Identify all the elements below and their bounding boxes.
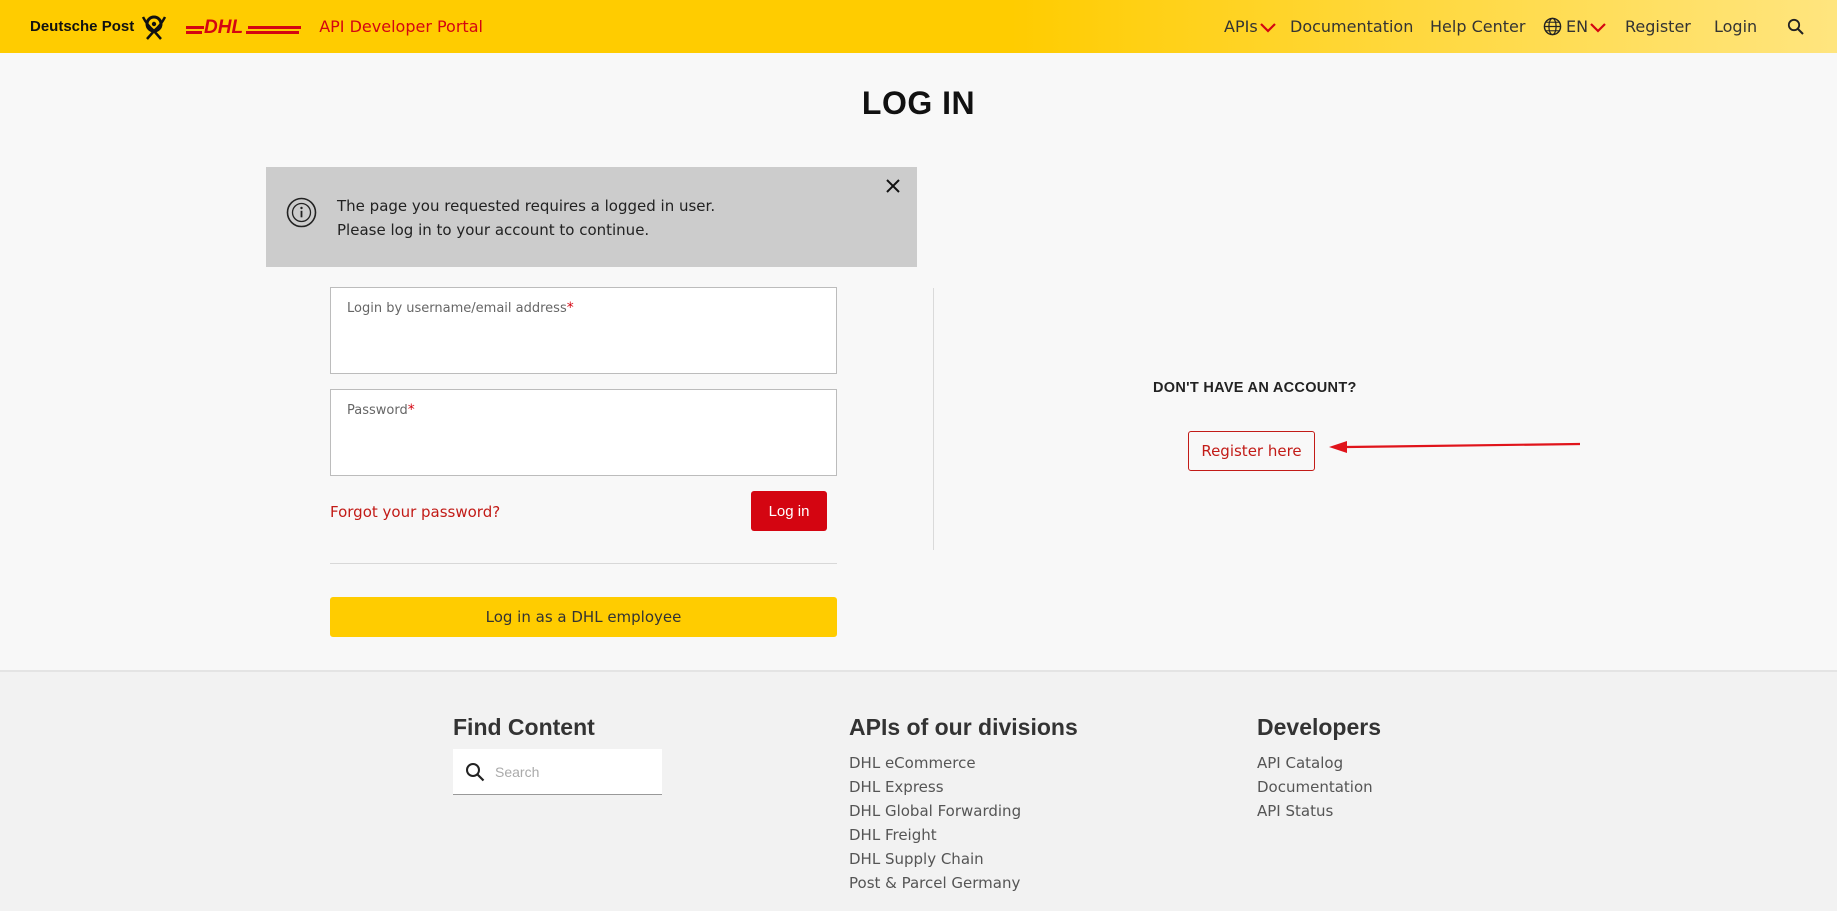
password-field[interactable]: Password* [330,389,837,476]
deutsche-post-label: Deutsche Post [30,18,135,35]
division-link[interactable]: DHL Global Forwarding [849,799,1021,823]
page-title: LOG IN [861,85,976,121]
globe-icon [1543,17,1562,36]
nav-documentation[interactable]: Documentation [1290,17,1413,36]
divisions-title: APIs of our divisions [849,714,1078,740]
login-button[interactable]: Log in [751,491,827,531]
svg-text:DHL: DHL [204,17,243,37]
division-link[interactable]: DHL eCommerce [849,751,1021,775]
form-divider [330,563,837,564]
dhl-logo: DHL [186,17,302,37]
login-required-alert: The page you requested requires a logged… [266,167,917,267]
required-mark: * [566,300,574,316]
chevron-down-icon [1590,22,1606,33]
required-mark: * [407,402,415,418]
alert-line-2: Please log in to your account to continu… [337,221,650,239]
username-input[interactable] [347,324,817,358]
find-content-title: Find Content [453,714,595,740]
no-account-heading: DON'T HAVE AN ACCOUNT? [1153,380,1357,396]
portal-title: API Developer Portal [319,17,483,36]
post-horn-icon [142,15,167,40]
developers-links: API Catalog Documentation API Status [1257,751,1373,823]
nav-register[interactable]: Register [1625,17,1691,36]
top-header: Deutsche Post DHL API Developer Portal A… [0,0,1837,53]
search-icon[interactable] [1787,18,1804,35]
nav-apis[interactable]: APIs [1224,17,1276,36]
developer-link[interactable]: Documentation [1257,775,1373,799]
username-label: Login by username/email address* [347,300,574,316]
footer-search[interactable] [453,749,662,795]
nav-help-center[interactable]: Help Center [1430,17,1525,36]
developer-link[interactable]: API Status [1257,799,1373,823]
annotation-arrow [1329,441,1581,453]
division-link[interactable]: Post & Parcel Germany [849,871,1021,895]
password-input[interactable] [347,426,817,460]
division-link[interactable]: DHL Freight [849,823,1021,847]
alert-line-1: The page you requested requires a logged… [337,197,716,215]
nav-apis-label: APIs [1224,17,1258,36]
division-link[interactable]: DHL Express [849,775,1021,799]
language-selector[interactable]: EN [1543,17,1606,36]
password-label: Password* [347,402,415,418]
close-icon[interactable] [885,178,901,194]
nav-login[interactable]: Login [1714,17,1757,36]
division-link[interactable]: DHL Supply Chain [849,847,1021,871]
brand-area[interactable]: Deutsche Post DHL API Developer Portal [30,0,483,53]
forgot-password-link[interactable]: Forgot your password? [330,503,500,521]
chevron-down-icon [1259,22,1276,33]
info-icon [286,197,317,228]
footer: Find Content APIs of our divisions DHL e… [0,670,1837,911]
username-field[interactable]: Login by username/email address* [330,287,837,374]
footer-search-input[interactable] [495,757,650,787]
column-divider [933,288,934,550]
employee-login-button[interactable]: Log in as a DHL employee [330,597,837,637]
search-icon [466,763,485,782]
developers-title: Developers [1257,714,1382,740]
register-here-button[interactable]: Register here [1188,431,1315,471]
language-label: EN [1566,17,1589,36]
alert-message: The page you requested requires a logged… [337,194,715,242]
divisions-links: DHL eCommerce DHL Express DHL Global For… [849,751,1021,895]
developer-link[interactable]: API Catalog [1257,751,1373,775]
